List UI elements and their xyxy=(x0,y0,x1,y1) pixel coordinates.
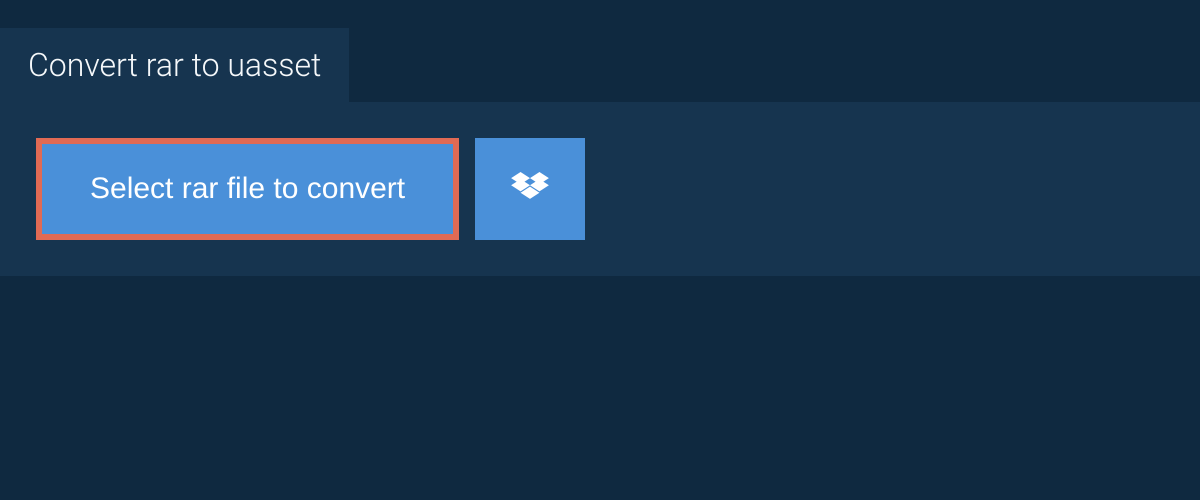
content-panel: Select rar file to convert xyxy=(0,102,1200,276)
tab-header: Convert rar to uasset xyxy=(0,28,349,102)
dropbox-button[interactable] xyxy=(475,138,585,240)
dropbox-icon xyxy=(511,172,549,206)
page-title: Convert rar to uasset xyxy=(28,46,321,84)
select-file-button[interactable]: Select rar file to convert xyxy=(36,138,459,240)
button-row: Select rar file to convert xyxy=(36,138,1164,240)
select-file-label: Select rar file to convert xyxy=(90,172,405,206)
